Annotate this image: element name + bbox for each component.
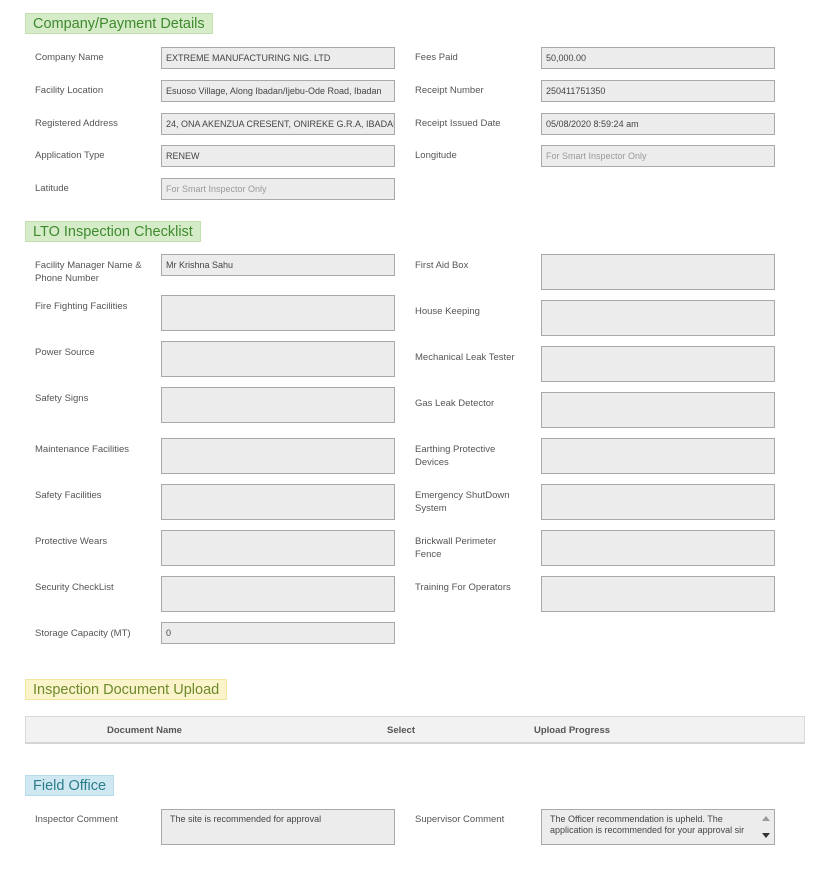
supervisor-comment-label: Supervisor Comment bbox=[415, 814, 505, 825]
power-source-field[interactable] bbox=[161, 341, 395, 377]
gas-leak-label: Gas Leak Detector bbox=[415, 398, 495, 409]
fire-fighting-field[interactable] bbox=[161, 295, 395, 331]
maintenance-label: Maintenance Facilities bbox=[35, 444, 129, 455]
emergency-shutdown-field[interactable] bbox=[541, 484, 775, 520]
first-aid-label: First Aid Box bbox=[415, 260, 469, 271]
mechanical-leak-field[interactable] bbox=[541, 346, 775, 382]
safety-signs-field[interactable] bbox=[161, 387, 395, 423]
scroll-down-arrow-icon[interactable] bbox=[762, 833, 770, 838]
earthing-label: Earthing Protective Devices bbox=[415, 444, 496, 468]
section-title-document-upload: Inspection Document Upload bbox=[25, 679, 228, 700]
safety-signs-label: Safety Signs bbox=[35, 393, 89, 404]
application-type-label: Application Type bbox=[35, 150, 105, 161]
security-checklist-label: Security CheckList bbox=[35, 582, 114, 593]
section-title-lto-checklist: LTO Inspection Checklist bbox=[25, 221, 201, 242]
application-type-field[interactable]: RENEW bbox=[161, 145, 395, 167]
brickwall-label: Brickwall Perimeter Fence bbox=[415, 536, 497, 560]
registered-address-label: Registered Address bbox=[35, 118, 118, 129]
column-header-upload-progress: Upload Progress bbox=[534, 725, 611, 736]
fire-fighting-label: Fire Fighting Facilities bbox=[35, 301, 128, 312]
receipt-issued-date-label: Receipt Issued Date bbox=[415, 118, 501, 129]
power-source-label: Power Source bbox=[35, 347, 95, 358]
training-field[interactable] bbox=[541, 576, 775, 612]
company-name-field[interactable]: EXTREME MANUFACTURING NIG. LTD bbox=[161, 47, 395, 69]
house-keeping-label: House Keeping bbox=[415, 306, 480, 317]
maintenance-field[interactable] bbox=[161, 438, 395, 474]
scroll-up-arrow-icon[interactable] bbox=[762, 816, 770, 821]
receipt-number-label: Receipt Number bbox=[415, 85, 484, 96]
house-keeping-field[interactable] bbox=[541, 300, 775, 336]
facility-location-field[interactable]: Esuoso Village, Along Ibadan/Ijebu-Ode R… bbox=[161, 80, 395, 102]
security-checklist-field[interactable] bbox=[161, 576, 395, 612]
supervisor-comment-text: The Officer recommendation is upheld. Th… bbox=[550, 814, 745, 835]
protective-wears-field[interactable] bbox=[161, 530, 395, 566]
brickwall-field[interactable] bbox=[541, 530, 775, 566]
column-header-select: Select bbox=[387, 725, 415, 736]
gas-leak-field[interactable] bbox=[541, 392, 775, 428]
column-header-document-name: Document Name bbox=[107, 725, 182, 736]
supervisor-comment-textarea[interactable]: The Officer recommendation is upheld. Th… bbox=[541, 809, 775, 845]
training-label: Training For Operators bbox=[415, 582, 511, 593]
emergency-shutdown-label: Emergency ShutDown System bbox=[415, 490, 510, 514]
receipt-number-field[interactable]: 250411751350 bbox=[541, 80, 775, 102]
inspector-comment-textarea[interactable]: The site is recommended for approval bbox=[161, 809, 395, 845]
protective-wears-label: Protective Wears bbox=[35, 536, 108, 547]
facility-manager-field[interactable]: Mr Krishna Sahu bbox=[161, 254, 395, 276]
inspector-comment-label: Inspector Comment bbox=[35, 814, 118, 825]
company-name-label: Company Name bbox=[35, 52, 104, 63]
latitude-field[interactable]: For Smart Inspector Only bbox=[161, 178, 395, 200]
longitude-field[interactable]: For Smart Inspector Only bbox=[541, 145, 775, 167]
storage-capacity-field[interactable]: 0 bbox=[161, 622, 395, 644]
registered-address-field[interactable]: 24, ONA AKENZUA CRESENT, ONIREKE G.R.A, … bbox=[161, 113, 395, 135]
fees-paid-label: Fees Paid bbox=[415, 52, 458, 63]
earthing-field[interactable] bbox=[541, 438, 775, 474]
longitude-label: Longitude bbox=[415, 150, 457, 161]
document-upload-table: Document Name Select Upload Progress bbox=[25, 716, 805, 744]
safety-facilities-field[interactable] bbox=[161, 484, 395, 520]
latitude-label: Latitude bbox=[35, 183, 69, 194]
section-title-company-payment: Company/Payment Details bbox=[25, 13, 213, 34]
facility-location-label: Facility Location bbox=[35, 85, 104, 96]
section-title-field-office: Field Office bbox=[25, 775, 115, 796]
safety-facilities-label: Safety Facilities bbox=[35, 490, 102, 501]
storage-capacity-label: Storage Capacity (MT) bbox=[35, 628, 131, 639]
receipt-issued-date-field[interactable]: 05/08/2020 8:59:24 am bbox=[541, 113, 775, 135]
mechanical-leak-label: Mechanical Leak Tester bbox=[415, 352, 515, 363]
fees-paid-field[interactable]: 50,000.00 bbox=[541, 47, 775, 69]
facility-manager-label: Facility Manager Name & Phone Number bbox=[35, 260, 142, 284]
first-aid-field[interactable] bbox=[541, 254, 775, 290]
